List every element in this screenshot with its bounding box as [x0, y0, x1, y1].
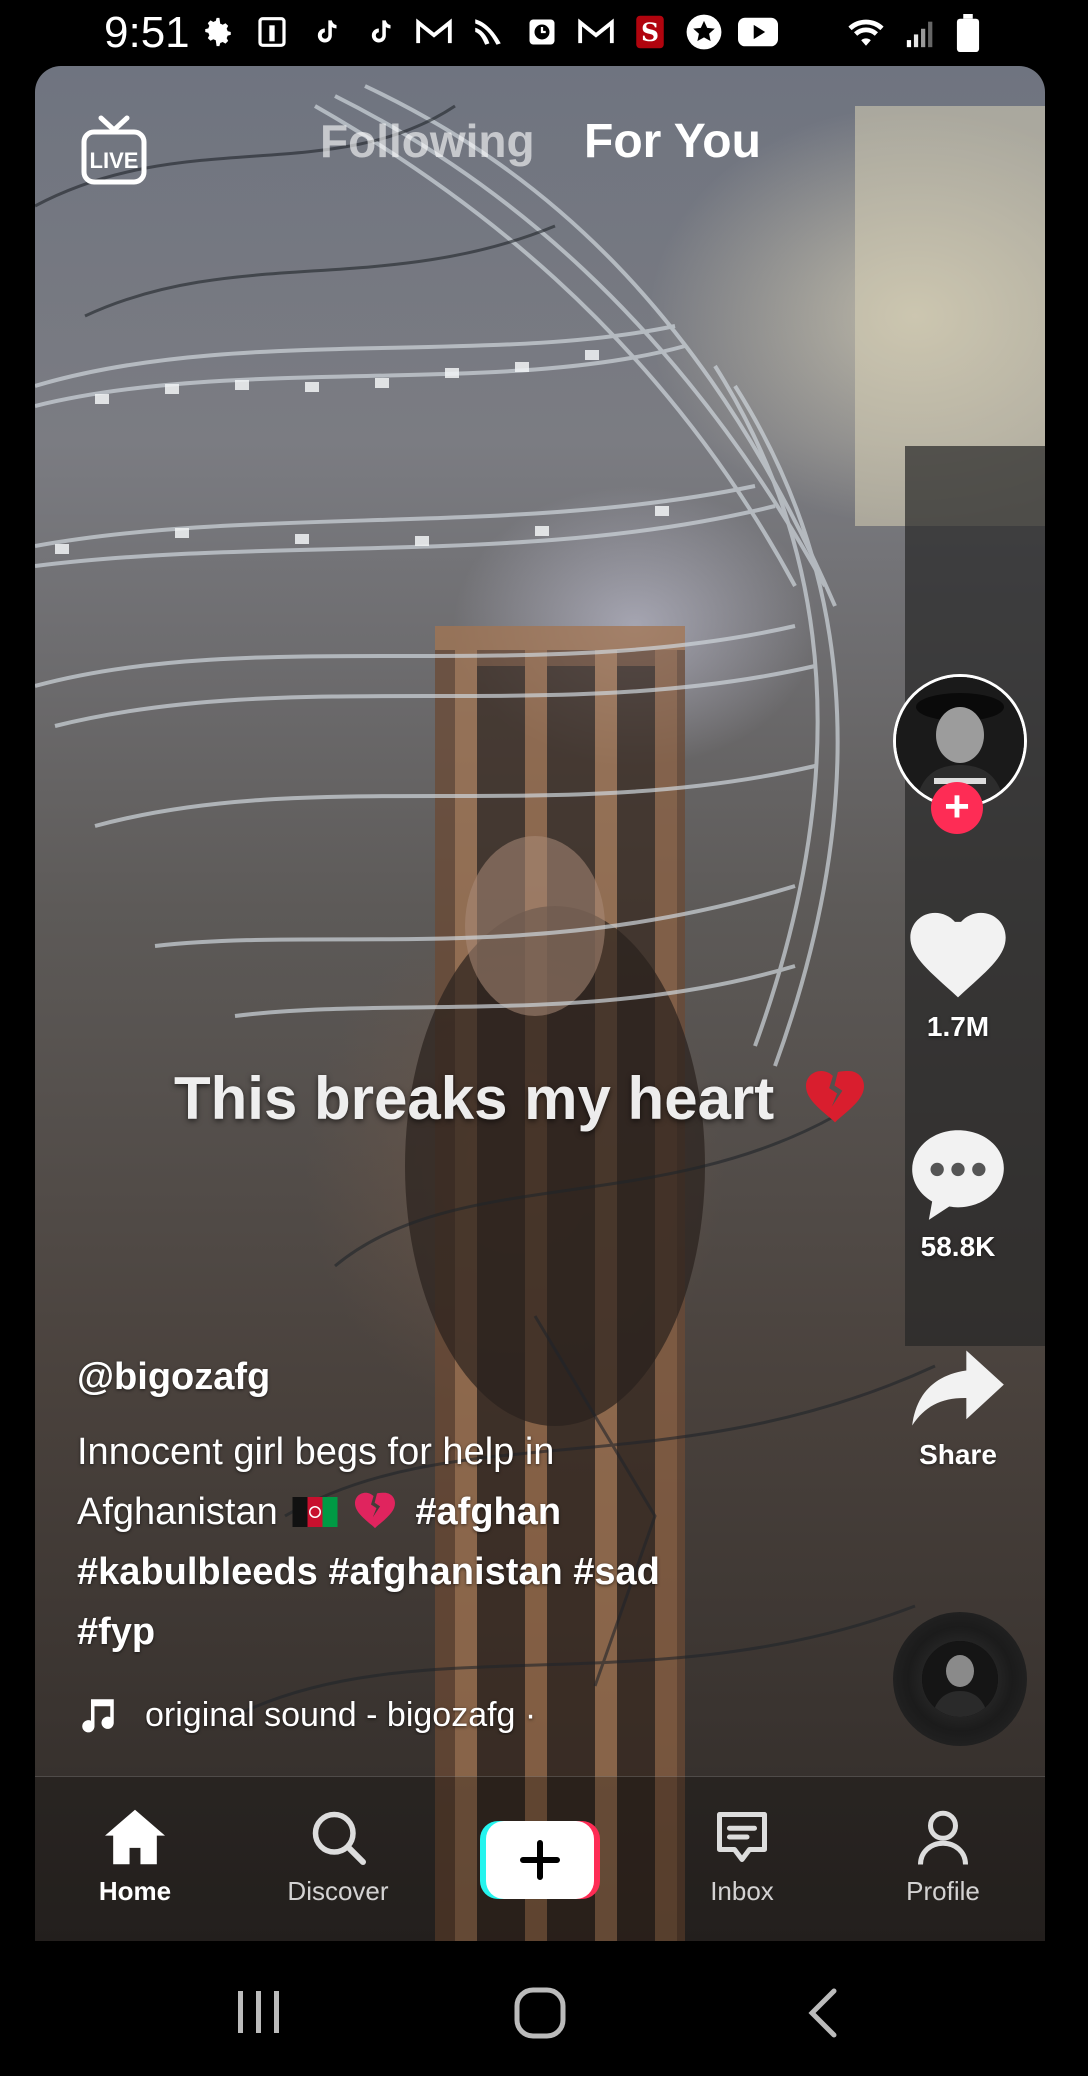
afghanistan-flag-icon — [292, 1497, 338, 1527]
profile-icon — [918, 1810, 968, 1865]
like-count: 1.7M — [926, 1011, 990, 1042]
like-button[interactable]: 1.7M — [890, 906, 1026, 1043]
video-overlay-text: This breaks my heart — [174, 1064, 867, 1133]
plus-icon — [480, 1821, 600, 1899]
hashtag-link[interactable]: #kabulbleeds — [77, 1551, 318, 1593]
share-button[interactable]: Share — [890, 1346, 1026, 1471]
hashtag-link[interactable]: #afghan — [415, 1491, 561, 1533]
hashtag-link[interactable]: #sad — [573, 1551, 660, 1593]
status-time: 9:51 — [104, 8, 190, 57]
music-note-icon — [82, 1699, 114, 1733]
tab-for-you[interactable]: For You — [584, 114, 761, 169]
nav-home[interactable]: Home — [65, 1807, 205, 1907]
share-icon — [912, 1350, 1004, 1426]
creator-username[interactable]: @bigozafg — [77, 1356, 270, 1399]
overlay-caption: This breaks my heart — [174, 1065, 775, 1132]
sound-cover-image — [922, 1641, 998, 1717]
tiktok-icon — [360, 12, 400, 52]
back-icon[interactable] — [804, 1985, 840, 2041]
broken-heart-icon — [805, 1070, 864, 1123]
nav-home-label: Home — [98, 1876, 172, 1906]
tab-following[interactable]: Following — [320, 114, 535, 168]
share-label: Share — [919, 1439, 997, 1470]
broken-heart-icon — [354, 1492, 395, 1529]
clock-icon — [522, 12, 562, 52]
status-bar: 9:51 S — [0, 0, 1088, 66]
heart-icon — [910, 912, 1006, 998]
battery-icon — [956, 14, 980, 57]
recent-apps-icon[interactable] — [234, 1987, 284, 2037]
wifi-icon — [846, 17, 886, 54]
home-system-icon[interactable] — [512, 1985, 568, 2041]
search-icon — [312, 1811, 366, 1865]
svg-text:S: S — [641, 18, 659, 47]
create-button[interactable] — [480, 1821, 600, 1899]
instagram-icon — [252, 12, 292, 52]
sound-disc[interactable] — [893, 1612, 1027, 1746]
nav-discover[interactable]: Discover — [268, 1807, 408, 1907]
notification-icons: S — [198, 12, 778, 52]
nav-profile[interactable]: Profile — [873, 1807, 1013, 1907]
bottom-nav: Home Discover Inbox Profile — [35, 1776, 1045, 1942]
sound-name: original sound - bigozafg · — [145, 1695, 537, 1734]
signal-icon — [904, 16, 938, 55]
nav-discover-label: Discover — [287, 1876, 389, 1906]
sound-disc-cover — [922, 1641, 998, 1717]
comment-icon — [912, 1130, 1004, 1220]
star-icon — [684, 12, 724, 52]
nav-inbox-label: Inbox — [710, 1876, 774, 1906]
sound-row[interactable]: original sound - bigozafg · — [77, 1694, 665, 1736]
sprint-icon — [468, 12, 508, 52]
gmail-icon — [414, 12, 454, 52]
home-icon — [105, 1809, 165, 1865]
inbox-icon — [717, 1812, 767, 1862]
feed-tabs: Following For You — [0, 114, 1088, 184]
comment-button[interactable]: 58.8K — [890, 1126, 1026, 1263]
nav-profile-label: Profile — [906, 1876, 980, 1906]
follow-button[interactable]: + — [931, 782, 983, 834]
tiktok-icon — [306, 12, 346, 52]
stanford-icon: S — [630, 12, 670, 52]
system-status-icons — [846, 14, 980, 57]
video-description: Innocent girl begs for help in Afghanist… — [77, 1422, 717, 1662]
gear-icon — [198, 12, 238, 52]
nav-inbox[interactable]: Inbox — [672, 1807, 812, 1907]
hashtag-link[interactable]: #afghanistan — [328, 1551, 562, 1593]
system-nav-bar — [0, 1941, 1088, 2076]
youtube-icon — [738, 12, 778, 52]
hashtag-link[interactable]: #fyp — [77, 1611, 155, 1653]
gmail-icon — [576, 12, 616, 52]
comment-count: 58.8K — [920, 1231, 996, 1262]
